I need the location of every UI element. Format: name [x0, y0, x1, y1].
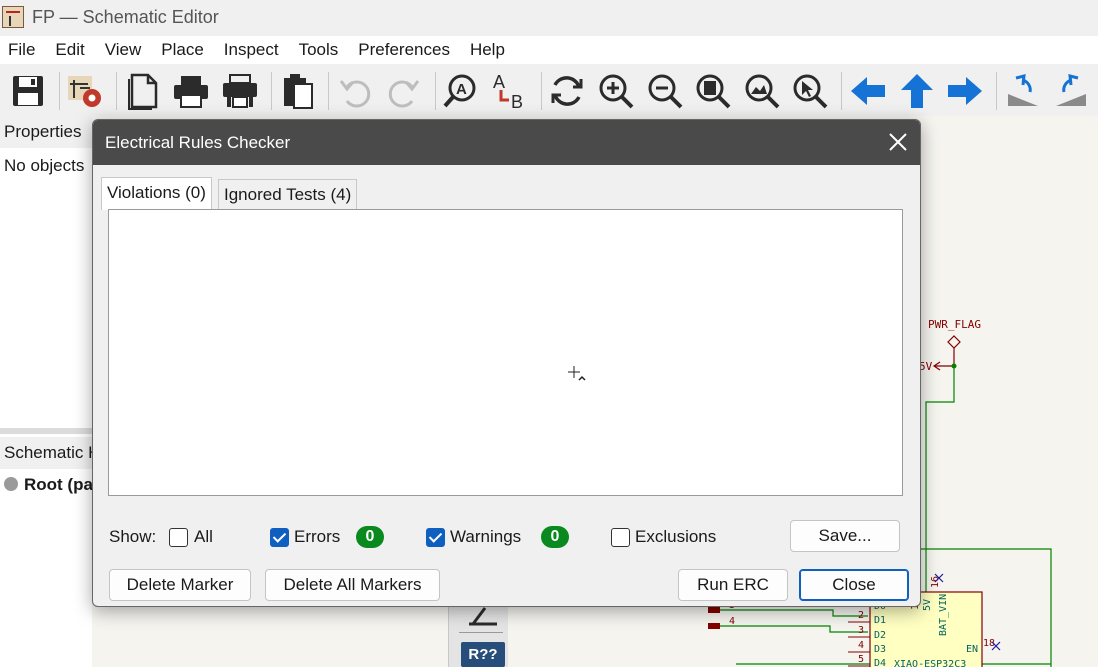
errors-label: Errors	[294, 527, 341, 546]
errors-checkbox[interactable]	[270, 527, 289, 547]
exclusions-checkbox[interactable]	[611, 527, 630, 547]
find-replace-icon[interactable]: AB	[488, 69, 532, 113]
navigate-back-icon[interactable]	[846, 69, 890, 113]
plot-icon[interactable]	[218, 69, 262, 113]
all-label: All	[194, 527, 213, 546]
errors-count-badge: 0	[356, 526, 384, 548]
run-erc-button[interactable]: Run ERC	[678, 569, 788, 601]
menu-help[interactable]: Help	[462, 40, 513, 60]
menu-view[interactable]: View	[97, 40, 150, 60]
toolbar-separator	[328, 72, 330, 110]
exclusions-label: Exclusions	[635, 527, 717, 546]
menu-tools[interactable]: Tools	[291, 40, 347, 60]
menu-place[interactable]: Place	[153, 40, 212, 60]
svg-text:B: B	[511, 92, 523, 110]
warnings-label: Warnings	[450, 527, 522, 546]
main-toolbar: A AB	[0, 66, 1098, 116]
toolbar-separator	[540, 72, 542, 110]
properties-empty-text: No objects	[4, 156, 85, 175]
show-filter-row: Show: All Errors 0 Warnings 0 Exclusions	[109, 520, 909, 554]
pwr-flag-symbol	[947, 335, 961, 349]
crosshair-cursor-icon	[568, 366, 586, 381]
svg-text:A: A	[456, 81, 467, 98]
left-sidebar: Properties No objects Schematic H Root (…	[0, 116, 93, 667]
svg-text:BAT_VIN: BAT_VIN	[938, 594, 949, 636]
rotate-ccw-icon[interactable]	[1001, 69, 1045, 113]
svg-text:A: A	[493, 72, 505, 92]
root-node-icon	[4, 477, 18, 491]
show-label: Show:	[109, 527, 157, 546]
delete-all-markers-button[interactable]: Delete All Markers	[265, 569, 440, 601]
menu-preferences[interactable]: Preferences	[350, 40, 458, 60]
print-icon[interactable]	[170, 69, 214, 113]
navigate-forward-icon[interactable]	[943, 69, 987, 113]
find-icon[interactable]: A	[440, 69, 484, 113]
warnings-count-badge: 0	[541, 526, 569, 548]
svg-text:D4: D4	[874, 658, 886, 667]
close-button[interactable]: Close	[799, 569, 909, 601]
wire-d2	[720, 625, 868, 633]
zoom-selection-icon[interactable]	[789, 69, 833, 113]
dialog-close-icon[interactable]	[886, 130, 910, 154]
zoom-out-icon[interactable]	[643, 69, 687, 113]
toolbar-separator	[116, 72, 118, 110]
delete-marker-button[interactable]: Delete Marker	[109, 569, 251, 601]
zoom-objects-icon[interactable]	[740, 69, 784, 113]
rotate-cw-icon[interactable]	[1049, 69, 1093, 113]
pwr-flag-label: PWR_FLAG	[928, 318, 981, 331]
erc-dialog: Electrical Rules Checker Violations (0) …	[92, 119, 921, 607]
svg-text:EN: EN	[966, 644, 978, 655]
menu-file[interactable]: File	[0, 40, 43, 60]
menu-edit[interactable]: Edit	[47, 40, 92, 60]
window-title: FP — Schematic Editor	[32, 6, 219, 27]
violations-list[interactable]	[108, 209, 903, 496]
save-button[interactable]: Save...	[790, 520, 900, 552]
svg-text:2: 2	[858, 610, 864, 621]
svg-text:D2: D2	[874, 630, 886, 641]
navigate-up-icon[interactable]	[895, 69, 939, 113]
toolbar-separator	[995, 72, 997, 110]
warnings-checkbox[interactable]	[426, 527, 445, 547]
svg-text:D3: D3	[874, 644, 886, 655]
zoom-fit-icon[interactable]	[691, 69, 735, 113]
window-titlebar: FP — Schematic Editor	[0, 0, 1098, 34]
tab-ignored-tests[interactable]: Ignored Tests (4)	[218, 179, 358, 209]
dialog-titlebar: Electrical Rules Checker	[93, 120, 920, 165]
menu-inspect[interactable]: Inspect	[216, 40, 287, 60]
undo-icon[interactable]	[333, 69, 377, 113]
toolbar-separator	[434, 72, 436, 110]
properties-panel-header: Properties	[0, 116, 92, 148]
chip-name: XIAO-ESP32C3	[894, 659, 966, 667]
app-logo-icon	[2, 6, 24, 28]
save-icon[interactable]	[6, 69, 50, 113]
svg-text:5V: 5V	[922, 599, 933, 611]
svg-text:4: 4	[729, 616, 735, 627]
vtoolbar-separator	[459, 632, 503, 633]
toolbar-separator	[58, 72, 60, 110]
tab-violations[interactable]: Violations (0)	[101, 177, 212, 210]
menu-bar: File Edit View Place Inspect Tools Prefe…	[0, 36, 1098, 64]
hierarchy-root-item[interactable]: Root (pa	[24, 475, 93, 495]
svg-text:5: 5	[858, 654, 864, 665]
svg-text:3: 3	[858, 625, 864, 636]
all-checkbox[interactable]	[169, 527, 188, 547]
net-5v-label: 5V	[919, 360, 933, 373]
pin-stub	[708, 607, 720, 613]
svg-text:D1: D1	[874, 615, 886, 626]
toolbar-separator	[841, 72, 843, 110]
schematic-setup-icon[interactable]	[64, 69, 108, 113]
wire-d1	[720, 609, 868, 617]
refresh-icon[interactable]	[546, 69, 590, 113]
panel-divider[interactable]	[0, 428, 92, 434]
redo-icon[interactable]	[382, 69, 426, 113]
svg-text:4: 4	[858, 640, 864, 651]
toolbar-separator	[270, 72, 272, 110]
dialog-title: Electrical Rules Checker	[105, 132, 291, 152]
hierarchy-panel-header: Schematic H	[0, 437, 92, 469]
page-settings-icon[interactable]	[121, 69, 165, 113]
paste-icon[interactable]	[276, 69, 320, 113]
pin-stub	[708, 623, 720, 629]
zoom-in-icon[interactable]	[594, 69, 638, 113]
annotate-icon[interactable]: R??	[461, 642, 505, 667]
